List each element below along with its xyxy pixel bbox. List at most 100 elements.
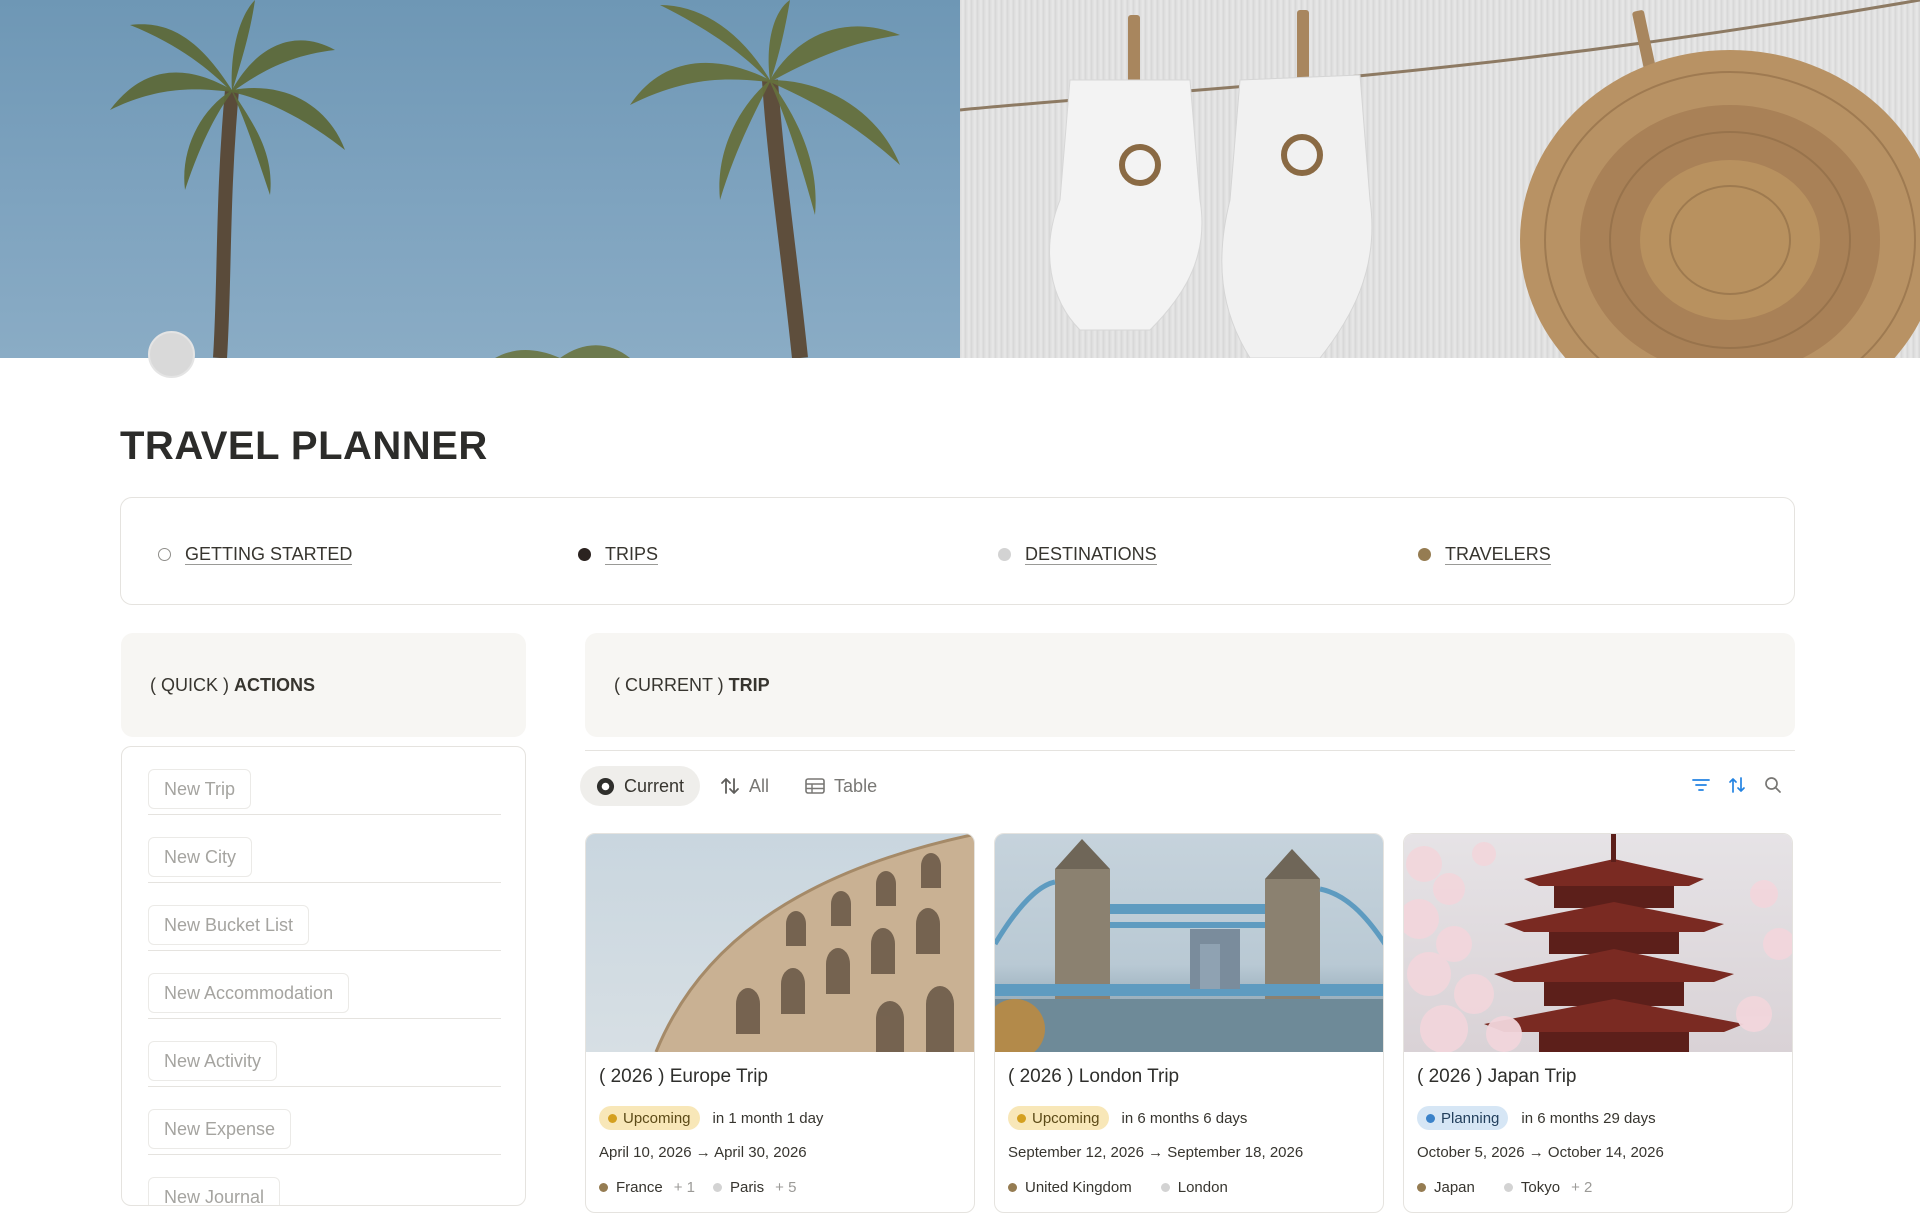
new-bucket-list-button[interactable]: New Bucket List bbox=[148, 905, 310, 945]
trip-dates: October 5, 2026 → October 14, 2026 bbox=[1417, 1144, 1664, 1161]
country-name: United Kingdom bbox=[1025, 1179, 1132, 1196]
tag-dot-icon bbox=[1417, 1183, 1426, 1192]
trip-tags: France + 1 Paris + 5 bbox=[599, 1179, 796, 1196]
nav-item-label: GETTING STARTED bbox=[185, 544, 353, 565]
trip-tags: United Kingdom London bbox=[1008, 1179, 1239, 1196]
new-city-button[interactable]: New City bbox=[148, 837, 253, 877]
status-dot-icon bbox=[1426, 1113, 1435, 1123]
country-tag: France + 1 bbox=[599, 1179, 695, 1196]
nav-item-travelers[interactable]: TRAVELERS bbox=[1418, 544, 1551, 565]
trip-cover-image bbox=[586, 834, 974, 1052]
trip-countdown: in 1 month 1 day bbox=[712, 1109, 824, 1127]
tab-label: Table bbox=[834, 775, 878, 796]
quick-action-row: New City bbox=[148, 815, 501, 883]
current-trip-heading: TRIP bbox=[728, 674, 770, 695]
nav-item-label: TRIPS bbox=[605, 544, 659, 565]
country-name: Japan bbox=[1434, 1179, 1475, 1196]
cover-clothesline-photo bbox=[960, 0, 1920, 358]
country-tag: United Kingdom bbox=[1008, 1179, 1143, 1196]
nav-item-label: TRAVELERS bbox=[1445, 544, 1551, 565]
city-name: Paris bbox=[729, 1179, 765, 1196]
status-label: Planning bbox=[1441, 1109, 1500, 1127]
circle-filled-icon bbox=[1418, 548, 1431, 561]
quick-actions-panel: New Trip New City New Bucket List New Ac… bbox=[121, 746, 526, 1206]
target-icon bbox=[596, 777, 615, 795]
city-more-count: + 5 bbox=[775, 1179, 797, 1196]
trip-card[interactable]: ( 2026 ) Japan Trip Planning in 6 months… bbox=[1403, 833, 1793, 1213]
tag-dot-icon bbox=[599, 1183, 608, 1192]
status-dot-icon bbox=[608, 1113, 617, 1123]
sort-icon[interactable] bbox=[1728, 776, 1746, 794]
status-badge: Upcoming bbox=[1008, 1106, 1109, 1130]
quick-actions-heading: ACTIONS bbox=[234, 674, 315, 695]
quick-action-row: New Accommodation bbox=[148, 951, 501, 1019]
tag-dot-icon bbox=[1160, 1183, 1170, 1192]
view-tools bbox=[1692, 776, 1782, 794]
trip-status-row: Upcoming in 6 months 6 days bbox=[1008, 1106, 1247, 1130]
new-journal-button[interactable]: New Journal bbox=[148, 1177, 281, 1205]
circle-filled-icon bbox=[578, 548, 591, 561]
tab-table[interactable]: Table bbox=[789, 766, 893, 806]
trip-countdown: in 6 months 29 days bbox=[1521, 1109, 1656, 1127]
page-icon[interactable] bbox=[148, 331, 195, 378]
tab-current[interactable]: Current bbox=[580, 766, 701, 806]
trip-status-row: Planning in 6 months 29 days bbox=[1417, 1106, 1656, 1130]
tab-label: Current bbox=[624, 775, 685, 796]
divider bbox=[585, 750, 1795, 751]
cover-palm-photo bbox=[0, 0, 960, 358]
nav-item-destinations[interactable]: DESTINATIONS bbox=[998, 544, 1157, 565]
status-badge: Upcoming bbox=[599, 1106, 700, 1130]
city-tag: London bbox=[1160, 1179, 1239, 1196]
quick-action-row: New Trip bbox=[148, 747, 501, 815]
tab-label: All bbox=[749, 775, 770, 796]
status-label: Upcoming bbox=[623, 1109, 691, 1127]
trip-card[interactable]: ( 2026 ) London Trip Upcoming in 6 month… bbox=[994, 833, 1384, 1213]
status-badge: Planning bbox=[1417, 1106, 1509, 1130]
trip-cover-image bbox=[995, 834, 1383, 1052]
quick-actions-prefix: ( QUICK ) bbox=[150, 674, 229, 695]
trip-title: ( 2026 ) Europe Trip bbox=[599, 1066, 768, 1087]
city-more-count: + 2 bbox=[1571, 1179, 1593, 1196]
nav-bar: GETTING STARTED TRIPS DESTINATIONS TRAVE… bbox=[120, 497, 1795, 605]
circle-filled-icon bbox=[998, 548, 1011, 561]
trip-dates: April 10, 2026 → April 30, 2026 bbox=[599, 1144, 807, 1161]
quick-actions-header: ( QUICK ) ACTIONS bbox=[121, 633, 526, 737]
city-tag: Tokyo + 2 bbox=[1503, 1179, 1593, 1196]
view-tabs: Current All Table bbox=[580, 766, 893, 806]
quick-action-row: New Journal bbox=[148, 1155, 501, 1205]
new-accommodation-button[interactable]: New Accommodation bbox=[148, 973, 350, 1013]
trip-status-row: Upcoming in 1 month 1 day bbox=[599, 1106, 823, 1130]
tag-dot-icon bbox=[1503, 1183, 1513, 1192]
table-icon bbox=[805, 778, 825, 794]
new-expense-button[interactable]: New Expense bbox=[148, 1109, 292, 1149]
current-trip-prefix: ( CURRENT ) bbox=[614, 674, 724, 695]
current-trip-header: ( CURRENT ) TRIP bbox=[585, 633, 1795, 737]
tab-all[interactable]: All bbox=[704, 766, 785, 806]
status-label: Upcoming bbox=[1032, 1109, 1100, 1127]
nav-item-trips[interactable]: TRIPS bbox=[578, 544, 659, 565]
city-name: Tokyo bbox=[1520, 1179, 1561, 1196]
new-activity-button[interactable]: New Activity bbox=[148, 1041, 278, 1081]
trip-title: ( 2026 ) Japan Trip bbox=[1417, 1066, 1577, 1087]
trip-title: ( 2026 ) London Trip bbox=[1008, 1066, 1180, 1087]
nav-item-getting-started[interactable]: GETTING STARTED bbox=[158, 544, 353, 565]
page-title: TRAVEL PLANNER bbox=[120, 424, 488, 468]
quick-action-row: New Activity bbox=[148, 1019, 501, 1087]
city-tag: Paris + 5 bbox=[712, 1179, 797, 1196]
nav-item-label: DESTINATIONS bbox=[1025, 544, 1157, 565]
trip-tags: Japan Tokyo + 2 bbox=[1417, 1179, 1592, 1196]
tag-dot-icon bbox=[712, 1183, 722, 1192]
trip-dates: September 12, 2026 → September 18, 2026 bbox=[1008, 1144, 1304, 1161]
circle-outline-icon bbox=[158, 548, 171, 561]
cover-image bbox=[0, 0, 1920, 358]
country-more-count: + 1 bbox=[673, 1179, 695, 1196]
sort-arrows-icon bbox=[721, 778, 739, 794]
trip-countdown: in 6 months 6 days bbox=[1121, 1109, 1248, 1127]
search-icon[interactable] bbox=[1764, 776, 1782, 794]
filter-icon[interactable] bbox=[1692, 776, 1710, 794]
trip-card[interactable]: ( 2026 ) Europe Trip Upcoming in 1 month… bbox=[585, 833, 975, 1213]
status-dot-icon bbox=[1017, 1113, 1026, 1123]
quick-action-row: New Expense bbox=[148, 1087, 501, 1155]
new-trip-button[interactable]: New Trip bbox=[148, 769, 252, 809]
city-name: London bbox=[1177, 1179, 1228, 1196]
